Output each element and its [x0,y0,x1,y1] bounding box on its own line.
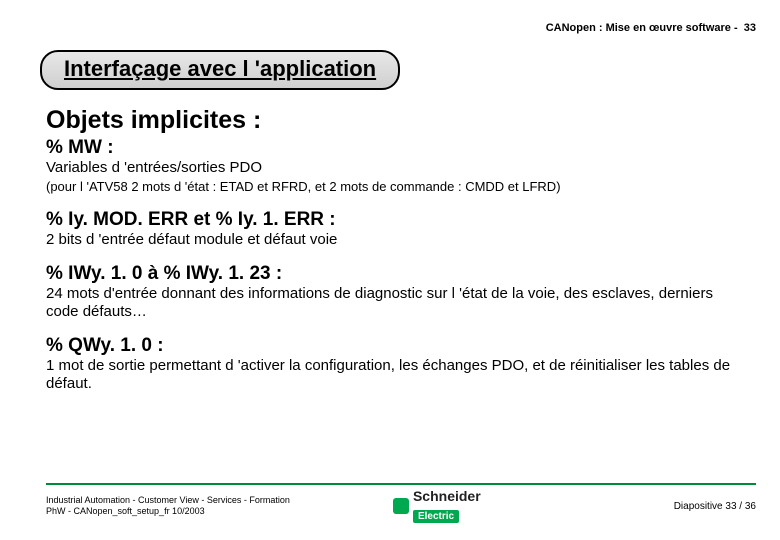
logo-swoosh-icon [393,498,409,514]
section-3-desc: 1 mot de sortie permettant d 'activer la… [46,357,734,393]
section-0-small: (pour l 'ATV58 2 mots d 'état : ETAD et … [46,179,734,195]
slide-title-pill: Interfaçage avec l 'application [40,50,400,90]
header-doc-title: CANopen : Mise en œuvre software - [546,22,738,34]
logo-brand-text: Schneider [413,488,481,504]
section-0-heading: % MW : [46,137,734,159]
logo-electric-badge: Electric [413,510,459,523]
section-1-desc: 2 bits d 'entrée défaut module et défaut… [46,231,734,249]
footer: Industrial Automation - Customer View - … [46,483,756,524]
section-2-heading: % IWy. 1. 0 à % IWy. 1. 23 : [46,263,734,285]
content-area: Objets implicites : % MW : Variables d '… [46,100,734,393]
main-heading: Objets implicites : [46,106,734,135]
footer-slide-number: Diapositive 33 / 36 [674,501,756,512]
section-1-heading: % Iy. MOD. ERR et % Iy. 1. ERR : [46,209,734,231]
schneider-logo: Schneider Electric [393,488,481,524]
footer-left: Industrial Automation - Customer View - … [46,495,290,517]
section-2-desc: 24 mots d'entrée donnant des information… [46,285,734,321]
header-doc-info: CANopen : Mise en œuvre software - 33 [546,22,756,34]
footer-divider [46,483,756,485]
header-page-no: 33 [744,22,756,34]
section-0-desc: Variables d 'entrées/sorties PDO [46,159,734,177]
footer-line2: PhW - CANopen_soft_setup_fr 10/2003 [46,506,290,517]
section-3-heading: % QWy. 1. 0 : [46,335,734,357]
footer-line1: Industrial Automation - Customer View - … [46,495,290,506]
